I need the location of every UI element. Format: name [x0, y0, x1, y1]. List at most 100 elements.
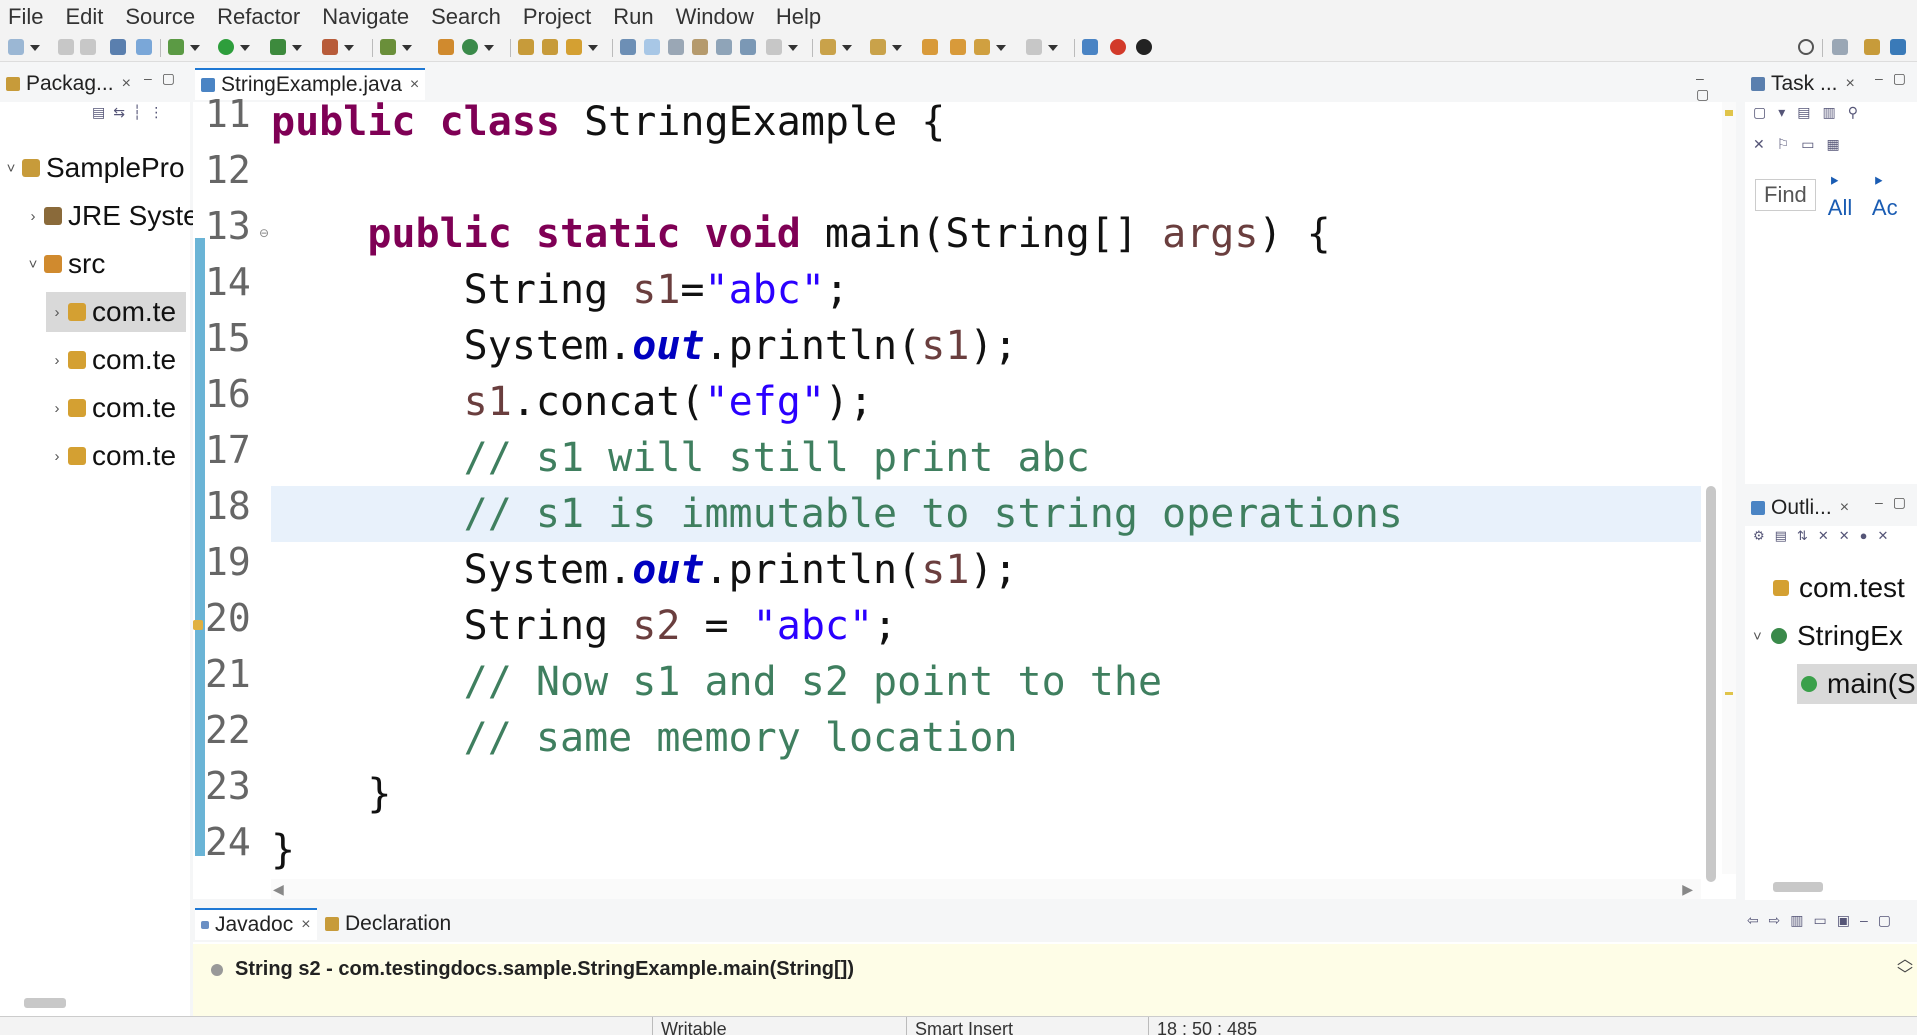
tree-item-package[interactable]: › com.te [46, 340, 177, 380]
minimize-maximize-icons[interactable]: –▢ [1875, 494, 1916, 511]
open-task-icon[interactable] [542, 39, 558, 55]
coverage-icon[interactable] [270, 39, 302, 55]
menu-file[interactable]: File [8, 4, 43, 30]
task-toolbar-icons-row2[interactable]: ✕⚐▭▦ [1753, 136, 1852, 153]
tree-item-package[interactable]: › com.te [46, 388, 177, 428]
search-icon[interactable] [1798, 39, 1814, 55]
horizontal-scrollbar-thumb[interactable] [24, 998, 66, 1008]
nav-history-icon[interactable] [766, 39, 798, 55]
close-icon[interactable]: × [410, 76, 419, 94]
tab-javadoc[interactable]: Javadoc × [195, 908, 317, 940]
menu-source[interactable]: Source [125, 4, 195, 30]
overview-ruler[interactable] [1722, 102, 1736, 874]
find-input[interactable]: Find [1755, 179, 1816, 211]
scroll-arrows-icon[interactable]: ︿ ﹀ [1897, 952, 1913, 984]
horizontal-scrollbar-thumb[interactable] [1773, 882, 1823, 892]
code-text-area[interactable]: public class StringExample { public stat… [271, 102, 1701, 874]
new-package-icon[interactable] [438, 39, 454, 55]
vertical-scrollbar[interactable] [1704, 102, 1718, 882]
prev-annotation-icon[interactable] [870, 39, 902, 55]
outline-item-method[interactable]: main(S [1797, 664, 1917, 704]
view-toolbar-icons[interactable]: ▤⇆┆⋮ [92, 104, 171, 121]
block-selection-icon[interactable] [692, 39, 708, 55]
horizontal-scrollbar[interactable]: ◀ ▶ [271, 879, 1701, 899]
scroll-left-icon[interactable]: ◀ [273, 881, 284, 898]
scroll-right-icon[interactable]: ▶ [1682, 881, 1693, 898]
close-icon[interactable]: × [301, 916, 310, 934]
tab-package-explorer[interactable]: Packag... × [0, 68, 137, 100]
collapse-icon[interactable]: ˅ [22, 256, 44, 273]
skip-breakpoints-icon[interactable] [136, 39, 152, 55]
menu-project[interactable]: Project [523, 4, 591, 30]
close-icon[interactable]: × [1840, 499, 1849, 517]
tree-item-src[interactable]: ˅ src [22, 244, 106, 284]
status-insert-mode[interactable]: Smart Insert [906, 1017, 1013, 1035]
expand-icon[interactable]: › [46, 400, 68, 417]
search-tool-icon[interactable] [566, 39, 598, 55]
save-all-icon[interactable] [80, 39, 96, 55]
minimize-maximize-icons[interactable]: –▢ [1696, 70, 1736, 103]
expand-icon[interactable]: › [46, 304, 68, 321]
bug-icon[interactable] [1136, 39, 1152, 55]
filter-activate-link[interactable]: ‣ Ac [1872, 169, 1907, 221]
overview-marker[interactable] [1725, 692, 1733, 695]
pin-editor-icon[interactable] [1082, 39, 1098, 55]
annotation-icon[interactable] [620, 39, 636, 55]
tab-outline[interactable]: Outli... × [1745, 492, 1855, 524]
next-annotation-icon[interactable] [820, 39, 852, 55]
perspective-java-ee-icon[interactable] [1864, 39, 1880, 55]
save-icon[interactable] [58, 39, 74, 55]
menu-search[interactable]: Search [431, 4, 501, 30]
mark-occurrences-icon[interactable] [644, 39, 660, 55]
minimize-maximize-icons[interactable]: –▢ [1875, 70, 1916, 87]
filter-all-link[interactable]: ‣ All [1828, 169, 1862, 221]
task-toolbar-icons[interactable]: ▢▾▤▥⚲ [1753, 104, 1870, 121]
external-tools-icon[interactable] [322, 39, 354, 55]
open-perspective-icon[interactable] [1832, 39, 1848, 55]
menu-help[interactable]: Help [776, 4, 821, 30]
collapse-icon[interactable]: ˅ [1753, 628, 1771, 645]
last-edit-icon[interactable] [922, 39, 938, 55]
forward-icon[interactable] [1026, 39, 1058, 55]
show-whitespace-icon[interactable] [716, 39, 732, 55]
new-class-icon[interactable] [462, 39, 494, 55]
tree-item-package[interactable]: › com.te [46, 292, 186, 332]
scrollbar-thumb[interactable] [1706, 486, 1716, 882]
fold-icon[interactable]: ⊖ [259, 226, 269, 240]
alert-icon[interactable] [1110, 39, 1126, 55]
minimize-maximize-icons[interactable]: –▢ [144, 70, 185, 87]
open-type-icon[interactable] [518, 39, 534, 55]
expand-icon[interactable]: › [22, 208, 44, 225]
pilcrow-icon[interactable] [740, 39, 756, 55]
overview-marker[interactable] [1725, 110, 1733, 116]
debug-icon[interactable] [168, 39, 200, 55]
tree-item-project[interactable]: ˅ SamplePro [0, 148, 185, 188]
status-cursor-position[interactable]: 18 : 50 : 485 [1148, 1017, 1257, 1035]
tab-declaration[interactable]: Declaration [319, 908, 457, 940]
tree-item-package[interactable]: › com.te [46, 436, 177, 476]
outline-item-class[interactable]: ˅ StringEx [1753, 616, 1903, 656]
menu-edit[interactable]: Edit [65, 4, 103, 30]
collapse-icon[interactable]: ˅ [0, 160, 22, 177]
warning-icon[interactable] [193, 620, 203, 630]
run-icon[interactable] [218, 39, 250, 55]
back-icon[interactable] [950, 39, 966, 55]
menu-window[interactable]: Window [676, 4, 754, 30]
tree-item-jre[interactable]: › JRE Syste [22, 196, 199, 236]
tab-task-list[interactable]: Task ... × [1745, 68, 1861, 100]
new-icon[interactable] [8, 39, 40, 55]
close-icon[interactable]: × [122, 75, 131, 93]
expand-icon[interactable]: › [46, 448, 68, 465]
menu-refactor[interactable]: Refactor [217, 4, 300, 30]
close-icon[interactable]: × [1846, 75, 1855, 93]
menu-run[interactable]: Run [613, 4, 653, 30]
expand-icon[interactable]: › [46, 352, 68, 369]
perspective-java-icon[interactable] [1890, 39, 1906, 55]
terminal-icon[interactable] [110, 39, 126, 55]
new-java-project-icon[interactable] [380, 39, 412, 55]
back-dropdown-icon[interactable] [974, 39, 1006, 55]
outline-item-package[interactable]: com.test [1773, 568, 1905, 608]
outline-toolbar-icons[interactable]: ⚙▤⇅✕✕●✕ [1753, 528, 1898, 544]
word-wrap-icon[interactable] [668, 39, 684, 55]
javadoc-toolbar-icons[interactable]: ⇦⇨▥▭▣–▢ [1747, 912, 1901, 929]
